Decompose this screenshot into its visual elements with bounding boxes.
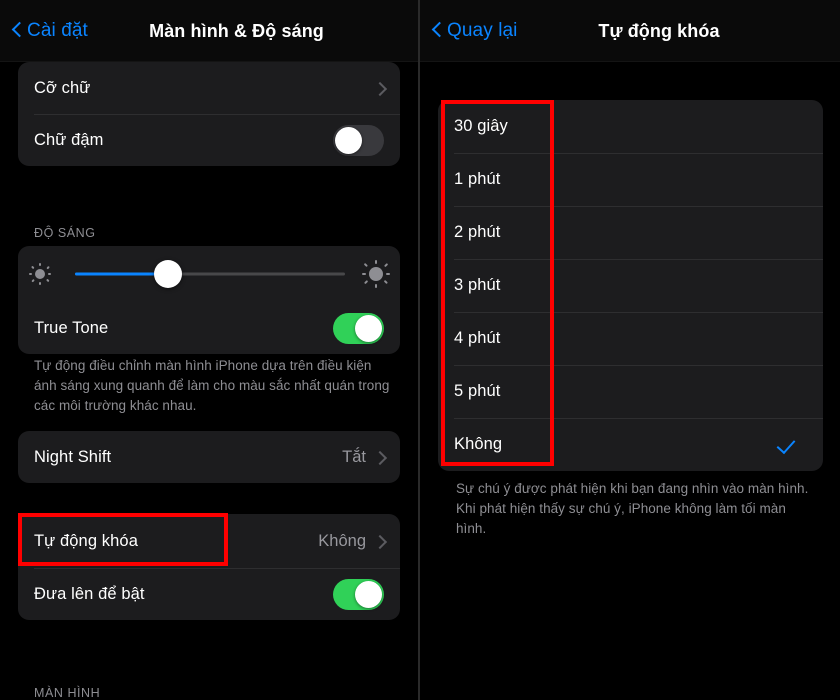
chevron-left-icon <box>12 21 23 40</box>
back-button-settings[interactable]: Cài đặt <box>0 20 88 42</box>
row-night-shift[interactable]: Night Shift Tắt <box>18 431 400 483</box>
auto-lock-footer-text: Sự chú ý được phát hiện khi bạn đang nhì… <box>456 481 809 536</box>
auto-lock-options-list: 30 giây 1 phút 2 phút 3 phút 4 phút 5 ph… <box>438 100 823 471</box>
row-label: Night Shift <box>34 447 112 466</box>
brightness-slider-row[interactable] <box>18 246 400 302</box>
row-label: Tự động khóa <box>34 531 138 550</box>
dual-screenshot-container: Cài đặt Màn hình & Độ sáng Cỡ chữ Chữ đậ… <box>0 0 840 700</box>
option-label: 1 phút <box>454 170 501 188</box>
right-navigation-bar: Quay lại Tự động khóa <box>420 0 840 62</box>
option-row-1-phut[interactable]: 1 phút <box>438 153 823 206</box>
right-panel-auto-lock: Quay lại Tự động khóa 30 giây 1 phút 2 p… <box>420 0 840 700</box>
row-value: Không <box>318 531 366 550</box>
row-label: True Tone <box>34 318 109 337</box>
chevron-left-icon <box>432 21 443 40</box>
row-value: Tắt <box>342 447 366 466</box>
left-scroll-area[interactable]: Cỡ chữ Chữ đậm ĐỘ SÁNG True Tone Tự động… <box>0 62 418 700</box>
row-raise-to-wake[interactable]: Đưa lên để bật <box>18 568 400 620</box>
option-row-4-phut[interactable]: 4 phút <box>438 312 823 365</box>
option-row-5-phut[interactable]: 5 phút <box>438 365 823 418</box>
chevron-right-icon <box>375 534 384 549</box>
brightness-high-icon <box>362 260 390 288</box>
brightness-section-header: ĐỘ SÁNG <box>34 226 96 240</box>
row-bold-text[interactable]: Chữ đậm <box>18 114 400 166</box>
chevron-right-icon <box>375 81 384 96</box>
option-row-3-phut[interactable]: 3 phút <box>438 259 823 312</box>
option-label: 2 phút <box>454 223 501 241</box>
chevron-right-icon <box>375 450 384 465</box>
row-label: Chữ đậm <box>34 130 104 149</box>
brightness-low-icon <box>29 263 51 285</box>
night-shift-card: Night Shift Tắt <box>18 431 400 483</box>
bold-text-toggle[interactable] <box>333 124 384 156</box>
back-button-label: Cài đặt <box>27 19 88 41</box>
row-label: Đưa lên để bật <box>34 584 145 603</box>
row-font-size[interactable]: Cỡ chữ <box>18 62 400 114</box>
display-section-header: MÀN HÌNH <box>34 686 101 700</box>
row-true-tone[interactable]: True Tone <box>18 302 400 354</box>
slider-thumb[interactable] <box>154 260 182 288</box>
option-label: 4 phút <box>454 329 501 347</box>
option-row-khong[interactable]: Không <box>438 418 823 471</box>
row-label: Cỡ chữ <box>34 78 91 97</box>
toggle-knob <box>355 580 382 608</box>
option-label: 30 giây <box>454 117 508 135</box>
left-navigation-bar: Cài đặt Màn hình & Độ sáng <box>0 0 418 62</box>
row-auto-lock[interactable]: Tự động khóa Không <box>18 514 400 568</box>
back-button-previous[interactable]: Quay lại <box>420 20 518 42</box>
option-row-30-giay[interactable]: 30 giây <box>438 100 823 153</box>
true-tone-footer-text: Tự động điều chỉnh màn hình iPhone dựa t… <box>34 358 390 413</box>
brightness-card: True Tone <box>18 246 400 354</box>
option-label: Không <box>454 435 503 453</box>
left-panel-display-brightness: Cài đặt Màn hình & Độ sáng Cỡ chữ Chữ đậ… <box>0 0 418 700</box>
auto-lock-card: Tự động khóa Không Đưa lên để bật <box>18 514 400 620</box>
option-row-2-phut[interactable]: 2 phút <box>438 206 823 259</box>
raise-to-wake-toggle[interactable] <box>333 578 384 610</box>
true-tone-toggle[interactable] <box>333 312 384 344</box>
option-label: 5 phút <box>454 382 501 400</box>
option-label: 3 phút <box>454 276 501 294</box>
checkmark-icon <box>778 435 797 454</box>
back-button-label: Quay lại <box>447 19 518 41</box>
toggle-knob <box>335 126 362 154</box>
toggle-knob <box>355 314 382 342</box>
text-settings-card: Cỡ chữ Chữ đậm <box>18 62 400 166</box>
